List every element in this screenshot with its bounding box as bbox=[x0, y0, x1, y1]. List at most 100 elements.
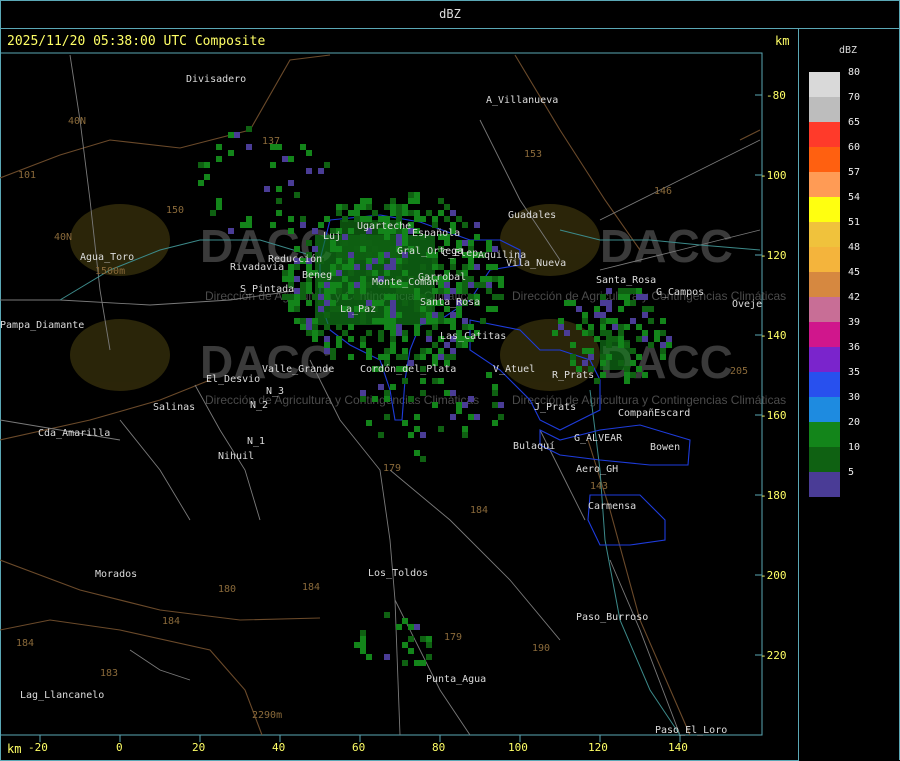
echo-pixel bbox=[660, 330, 666, 336]
echo-pixel bbox=[660, 318, 666, 324]
echo-pixel bbox=[438, 312, 444, 318]
echo-pixel bbox=[360, 276, 366, 282]
echo-pixel bbox=[312, 318, 318, 324]
echo-pixel bbox=[366, 348, 372, 354]
echo-pixel bbox=[438, 348, 444, 354]
echo-pixel bbox=[648, 318, 654, 324]
echo-pixel bbox=[246, 222, 252, 228]
echo-pixel bbox=[360, 336, 366, 342]
echo-pixel bbox=[564, 330, 570, 336]
echo-pixel bbox=[462, 342, 468, 348]
echo-pixel bbox=[432, 324, 438, 330]
echo-pixel bbox=[624, 300, 630, 306]
echo-pixel bbox=[300, 282, 306, 288]
echo-pixel bbox=[432, 342, 438, 348]
legend-swatch bbox=[809, 297, 840, 322]
echo-pixel bbox=[312, 330, 318, 336]
echo-pixel bbox=[450, 210, 456, 216]
echo-pixel bbox=[360, 642, 366, 648]
echo-pixel bbox=[564, 300, 570, 306]
echo-pixel bbox=[300, 294, 306, 300]
place-label: Divisadero bbox=[186, 74, 246, 85]
echo-pixel bbox=[300, 318, 306, 324]
echo-pixel bbox=[360, 636, 366, 642]
radar-map[interactable]: DACC DACC DACC DACC Dirección de Agricul… bbox=[0, 0, 798, 761]
echo-pixel bbox=[582, 330, 588, 336]
place-label: Lag_Llancanelo bbox=[20, 690, 104, 701]
echo-pixel bbox=[582, 312, 588, 318]
route-label: 40N bbox=[54, 232, 72, 243]
echo-pixel bbox=[594, 378, 600, 384]
echo-pixel bbox=[390, 258, 396, 264]
echo-pixel bbox=[228, 132, 234, 138]
route-label: 180 bbox=[218, 584, 236, 595]
echo-pixel bbox=[600, 330, 606, 336]
echo-pixel bbox=[360, 204, 366, 210]
echo-pixel bbox=[654, 336, 660, 342]
echo-pixel bbox=[450, 312, 456, 318]
echo-pixel bbox=[384, 252, 390, 258]
echo-pixel bbox=[402, 204, 408, 210]
echo-pixel bbox=[276, 186, 282, 192]
echo-pixel bbox=[324, 342, 330, 348]
echo-pixel bbox=[372, 318, 378, 324]
echo-pixel bbox=[432, 288, 438, 294]
echo-pixel bbox=[330, 348, 336, 354]
echo-pixel bbox=[336, 288, 342, 294]
echo-pixel bbox=[390, 252, 396, 258]
echo-pixel bbox=[294, 318, 300, 324]
echo-pixel bbox=[294, 246, 300, 252]
echo-pixel bbox=[642, 306, 648, 312]
echo-pixel bbox=[438, 354, 444, 360]
echo-pixel bbox=[366, 654, 372, 660]
legend-value: 42 bbox=[848, 292, 861, 303]
echo-pixel bbox=[630, 318, 636, 324]
echo-pixel bbox=[324, 288, 330, 294]
echo-pixel bbox=[414, 216, 420, 222]
echo-pixel bbox=[336, 342, 342, 348]
echo-pixel bbox=[294, 288, 300, 294]
echo-pixel bbox=[306, 168, 312, 174]
echo-pixel bbox=[300, 288, 306, 294]
echo-pixel bbox=[612, 324, 618, 330]
echo-pixel bbox=[426, 330, 432, 336]
echo-pixel bbox=[594, 312, 600, 318]
echo-pixel bbox=[306, 288, 312, 294]
echo-pixel bbox=[234, 132, 240, 138]
echo-pixel bbox=[318, 306, 324, 312]
echo-pixel bbox=[636, 336, 642, 342]
echo-pixel bbox=[648, 342, 654, 348]
route-label: 150 bbox=[166, 205, 184, 216]
echo-pixel bbox=[402, 336, 408, 342]
echo-pixel bbox=[330, 300, 336, 306]
echo-pixel bbox=[372, 270, 378, 276]
echo-pixel bbox=[342, 276, 348, 282]
route-label: 143 bbox=[590, 481, 608, 492]
echo-pixel bbox=[306, 324, 312, 330]
echo-pixel bbox=[336, 210, 342, 216]
echo-pixel bbox=[366, 258, 372, 264]
echo-pixel bbox=[414, 324, 420, 330]
echo-pixel bbox=[468, 282, 474, 288]
legend-value: 45 bbox=[848, 267, 861, 278]
echo-pixel bbox=[618, 288, 624, 294]
echo-pixel bbox=[336, 252, 342, 258]
place-label: Beneg bbox=[302, 270, 332, 281]
echo-pixel bbox=[384, 270, 390, 276]
echo-pixel bbox=[408, 648, 414, 654]
place-label: Punta_Agua bbox=[426, 674, 486, 685]
place-label: Vila_Nueva bbox=[506, 258, 566, 269]
y-axis-ticks: -80 -100 -120 -140 -160 -180 -200 -220 bbox=[760, 89, 787, 662]
echo-pixel bbox=[360, 318, 366, 324]
x-tick-label: 40 bbox=[272, 741, 285, 754]
echo-pixel bbox=[486, 372, 492, 378]
echo-pixel bbox=[264, 186, 270, 192]
legend-value: 48 bbox=[848, 242, 861, 253]
echo-pixel bbox=[366, 330, 372, 336]
echo-pixel bbox=[618, 306, 624, 312]
echo-pixel bbox=[570, 300, 576, 306]
echo-pixel bbox=[498, 276, 504, 282]
echo-pixel bbox=[438, 288, 444, 294]
echo-pixel bbox=[474, 222, 480, 228]
echo-pixel bbox=[618, 342, 624, 348]
